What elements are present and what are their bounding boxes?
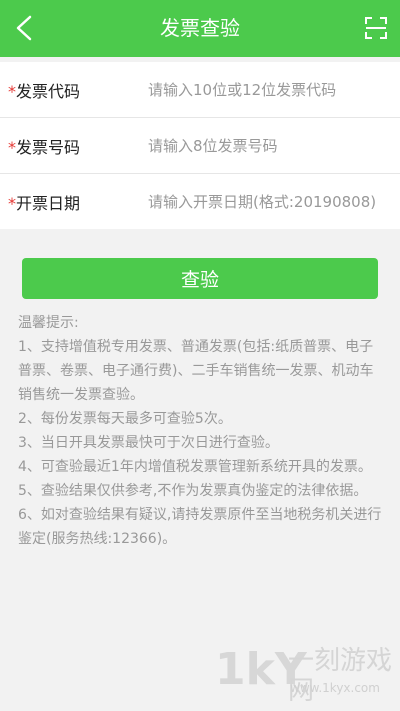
required-mark: * bbox=[8, 193, 16, 213]
invoice-number-label: *发票号码 bbox=[8, 137, 81, 157]
tip-item: 6、如对查验结果有疑议,请持发票原件至当地税务机关进行鉴定(服务热线:12366… bbox=[18, 507, 382, 547]
invoice-code-row: *发票代码 bbox=[0, 62, 400, 118]
tip-item: 5、查验结果仅供参考,不作为发票真伪鉴定的法律依据。 bbox=[18, 483, 368, 499]
header-bar: 发票查验 bbox=[0, 0, 400, 57]
invoice-date-label: *开票日期 bbox=[8, 193, 81, 213]
tip-item: 3、当日开具发票最快可于次日进行查验。 bbox=[18, 435, 279, 451]
verify-button[interactable]: 查验 bbox=[22, 258, 378, 299]
required-mark: * bbox=[8, 137, 16, 157]
tips-title: 温馨提示: bbox=[18, 315, 79, 331]
tip-item: 2、每份发票每天最多可查验5次。 bbox=[18, 411, 232, 427]
invoice-code-input[interactable] bbox=[148, 80, 400, 99]
tip-item: 1、支持增值税专用发票、普通发票(包括:纸质普票、电子普票、卷票、电子通行费)、… bbox=[18, 339, 374, 403]
page-title: 发票查验 bbox=[160, 16, 240, 40]
scan-icon[interactable] bbox=[364, 16, 388, 40]
watermark-url: www.1kyx.com bbox=[290, 681, 380, 695]
invoice-number-row: *发票号码 bbox=[0, 118, 400, 174]
invoice-number-input[interactable] bbox=[148, 136, 400, 155]
invoice-form: *发票代码 *发票号码 *开票日期 bbox=[0, 62, 400, 229]
watermark-logo: 1kY bbox=[215, 644, 307, 695]
tips-section: 温馨提示: 1、支持增值税专用发票、普通发票(包括:纸质普票、电子普票、卷票、电… bbox=[18, 311, 386, 551]
invoice-date-input[interactable] bbox=[148, 192, 400, 211]
required-mark: * bbox=[8, 81, 16, 101]
watermark-text: 一刻游戏网 bbox=[288, 646, 393, 706]
invoice-code-label: *发票代码 bbox=[8, 81, 81, 101]
tip-item: 4、可查验最近1年内增值税发票管理新系统开具的发票。 bbox=[18, 459, 372, 475]
invoice-date-row: *开票日期 bbox=[0, 174, 400, 229]
